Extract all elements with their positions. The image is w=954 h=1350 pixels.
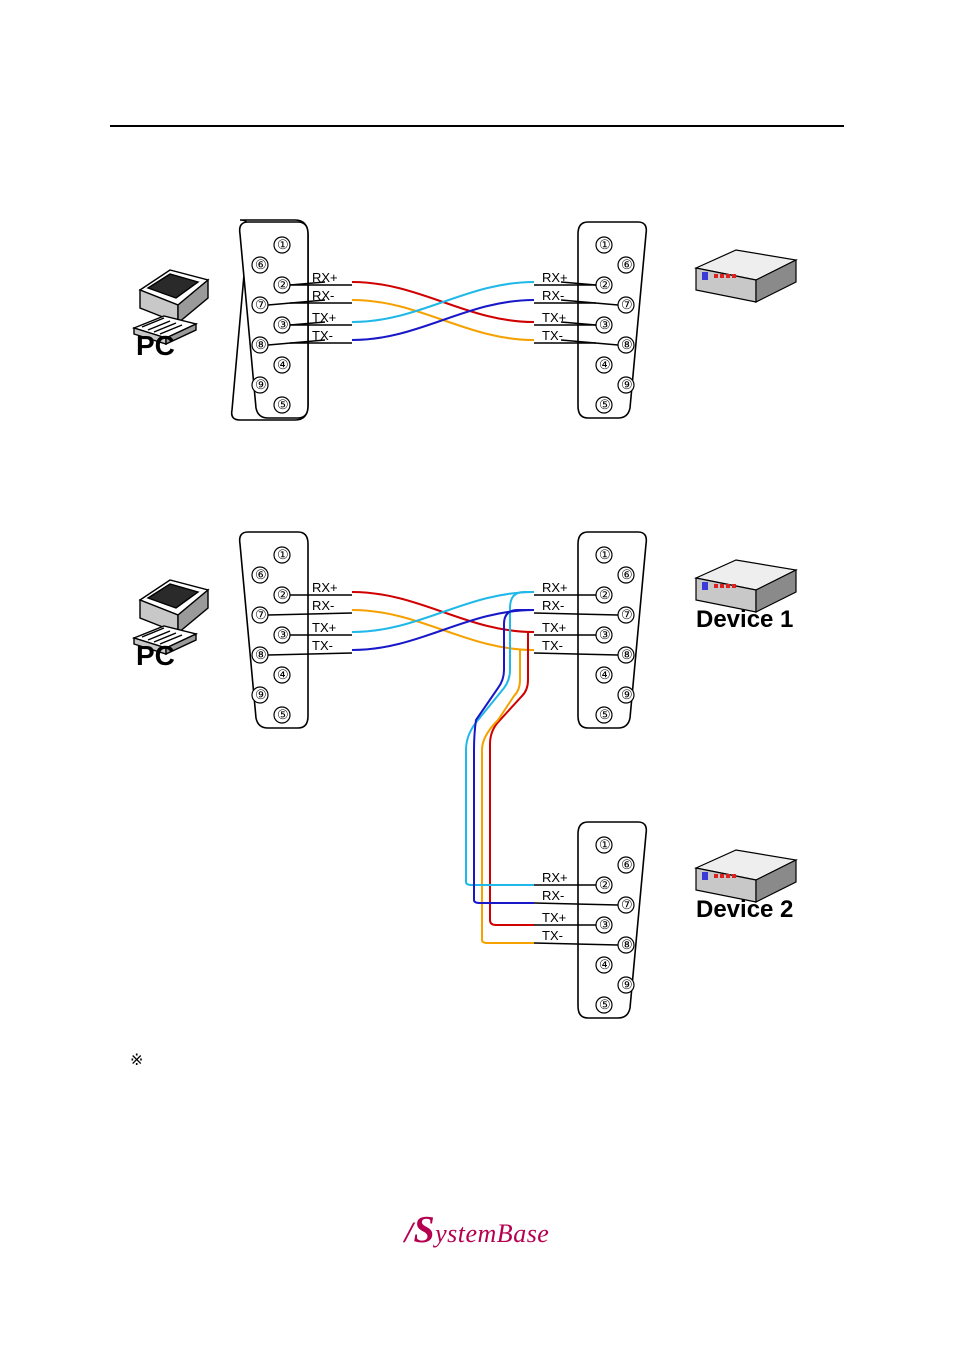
d2-left-pin3: ③ [277, 627, 289, 643]
footnote-marker: ※ [130, 1050, 143, 1070]
right-connector-1 [578, 532, 646, 728]
d1-left-pin8: ⑧ [255, 337, 267, 353]
d2-r1-txp: TX+ [542, 620, 566, 635]
d1-left-pin5: ⑤ [277, 397, 289, 413]
d1-pc-label: PC [136, 330, 175, 362]
d1-right-pin9: ⑨ [621, 377, 633, 393]
left-connector [240, 532, 308, 728]
d1-right-pin1: ① [599, 237, 611, 253]
logo-rest: ystemBase [435, 1219, 549, 1248]
d2-r2-pin2: ② [599, 877, 611, 893]
d2-r2-pin7: ⑦ [621, 897, 633, 913]
d2-r2-pin1: ① [599, 837, 611, 853]
d2-left-pin2: ② [277, 587, 289, 603]
d1-right-pin5: ⑤ [599, 397, 611, 413]
diagram-2 [120, 520, 830, 1040]
d2-l-rxm: RX- [312, 598, 334, 613]
diagram-1 [120, 210, 830, 440]
d1-r-txp: TX+ [542, 310, 566, 325]
d2-l-txm: TX- [312, 638, 333, 653]
d1-r-txm: TX- [542, 328, 563, 343]
d2-r2-txm: TX- [542, 928, 563, 943]
d1-left-pin4: ④ [277, 357, 289, 373]
page: ① ② ③ ④ ⑤ ⑥ ⑦ ⑧ ⑨ ① ② ③ ④ ⑤ ⑥ ⑦ ⑧ ⑨ RX+ … [0, 0, 954, 1350]
d2-r1-pin5: ⑤ [599, 707, 611, 723]
d1-l-txp: TX+ [312, 310, 336, 325]
d2-r1-pin6: ⑥ [621, 567, 633, 583]
d2-r1-pin7: ⑦ [621, 607, 633, 623]
d2-r2-txp: TX+ [542, 910, 566, 925]
d2-r2-pin9: ⑨ [621, 977, 633, 993]
d2-r2-pin5: ⑤ [599, 997, 611, 1013]
d1-right-pin8: ⑧ [621, 337, 633, 353]
d1-right-pin7: ⑦ [621, 297, 633, 313]
d2-left-pin7: ⑦ [255, 607, 267, 623]
d2-r1-rxm: RX- [542, 598, 564, 613]
top-rule [110, 125, 844, 127]
d2-r1-pin9: ⑨ [621, 687, 633, 703]
device-icon [696, 250, 796, 302]
d1-l-txm: TX- [312, 328, 333, 343]
d1-left-pin9: ⑨ [255, 377, 267, 393]
d2-r1-pin3: ③ [599, 627, 611, 643]
d2-left-pin8: ⑧ [255, 647, 267, 663]
d2-pc-label: PC [136, 640, 175, 672]
d2-r2-rxp: RX+ [542, 870, 568, 885]
left-connector [232, 220, 308, 420]
d2-left-pin9: ⑨ [255, 687, 267, 703]
d1-left-pin3: ③ [277, 317, 289, 333]
device1-icon [696, 560, 796, 612]
d1-left-pin2: ② [277, 277, 289, 293]
d1-l-rxp: RX+ [312, 270, 338, 285]
d2-left-pin1: ① [277, 547, 289, 563]
d2-r1-pin2: ② [599, 587, 611, 603]
d1-l-rxm: RX- [312, 288, 334, 303]
d2-r2-rxm: RX- [542, 888, 564, 903]
d2-r1-rxp: RX+ [542, 580, 568, 595]
d2-r2-pin8: ⑧ [621, 937, 633, 953]
d1-right-pin6: ⑥ [621, 257, 633, 273]
logo: /SystemBase [0, 1208, 954, 1252]
d2-r2-pin3: ③ [599, 917, 611, 933]
d1-r-rxm: RX- [542, 288, 564, 303]
d1-r-rxp: RX+ [542, 270, 568, 285]
d2-r1-txm: TX- [542, 638, 563, 653]
d2-left-pin5: ⑤ [277, 707, 289, 723]
d1-right-pin3: ③ [599, 317, 611, 333]
d2-left-pin6: ⑥ [255, 567, 267, 583]
d1-right-pin4: ④ [599, 357, 611, 373]
d1-left-pin7: ⑦ [255, 297, 267, 313]
d1-right-pin2: ② [599, 277, 611, 293]
d2-r1-pin1: ① [599, 547, 611, 563]
d1-left-pin6: ⑥ [255, 257, 267, 273]
d2-r2-pin4: ④ [599, 957, 611, 973]
d2-r2-pin6: ⑥ [621, 857, 633, 873]
device2-label: Device 2 [696, 896, 793, 924]
device1-label: Device 1 [696, 606, 793, 634]
right-connector-2 [578, 822, 646, 1018]
d2-l-rxp: RX+ [312, 580, 338, 595]
d2-r1-pin4: ④ [599, 667, 611, 683]
logo-s: S [413, 1209, 435, 1251]
d2-left-pin4: ④ [277, 667, 289, 683]
device2-icon [696, 850, 796, 902]
right-connector [578, 222, 646, 418]
d2-l-txp: TX+ [312, 620, 336, 635]
d2-r1-pin8: ⑧ [621, 647, 633, 663]
d1-left-pin1: ① [277, 237, 289, 253]
